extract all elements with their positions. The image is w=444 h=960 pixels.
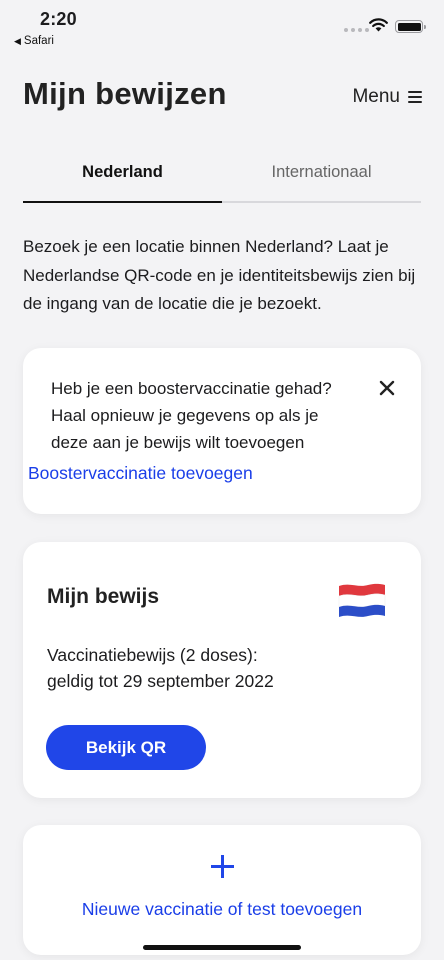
close-icon[interactable]	[379, 380, 395, 396]
proof-description: Vaccinatiebewijs (2 doses): geldig tot 2…	[47, 642, 274, 694]
menu-button[interactable]: Menu	[352, 86, 422, 108]
intro-text: Bezoek je een locatie binnen Nederland? …	[23, 237, 416, 313]
screen: 2:20 ◀ Safari Mijn bewijzen Menu Nederlan…	[0, 0, 444, 960]
back-to-safari[interactable]: ◀ Safari	[14, 35, 54, 47]
plus-icon	[211, 855, 234, 878]
proof-card: Mijn bewijs Vaccinatiebewijs (2 doses): …	[23, 542, 421, 798]
wifi-icon	[369, 18, 388, 32]
tab-nederland[interactable]: Nederland	[23, 155, 222, 203]
battery-icon	[395, 20, 426, 33]
view-qr-button[interactable]: Bekijk QR	[46, 725, 206, 770]
back-arrow-icon: ◀	[14, 36, 21, 46]
booster-text: Heb je een boostervaccinatie gehad? Haal…	[51, 379, 332, 452]
signal-dots-icon	[344, 28, 369, 32]
proof-validity: geldig tot 29 september 2022	[47, 671, 274, 691]
tab-internationaal[interactable]: Internationaal	[222, 155, 421, 201]
page-title: Mijn bewijzen	[23, 76, 227, 111]
dutch-flag-icon	[338, 583, 386, 617]
booster-card: Heb je een boostervaccinatie gehad? Haal…	[23, 348, 421, 514]
add-vaccination-card[interactable]: Nieuwe vaccinatie of test toevoegen	[23, 825, 421, 955]
tab-bar: Nederland Internationaal	[23, 155, 421, 203]
proof-title: Mijn bewijs	[47, 585, 160, 608]
booster-add-link[interactable]: Boostervaccinatie toevoegen	[28, 463, 253, 484]
back-app-label: Safari	[23, 35, 54, 47]
hamburger-icon	[408, 91, 422, 103]
add-vaccination-label: Nieuwe vaccinatie of test toevoegen	[81, 899, 363, 919]
proof-type: Vaccinatiebewijs (2 doses):	[47, 645, 258, 665]
home-indicator	[143, 945, 301, 950]
status-time: 2:20	[40, 9, 77, 29]
menu-label: Menu	[352, 86, 400, 107]
